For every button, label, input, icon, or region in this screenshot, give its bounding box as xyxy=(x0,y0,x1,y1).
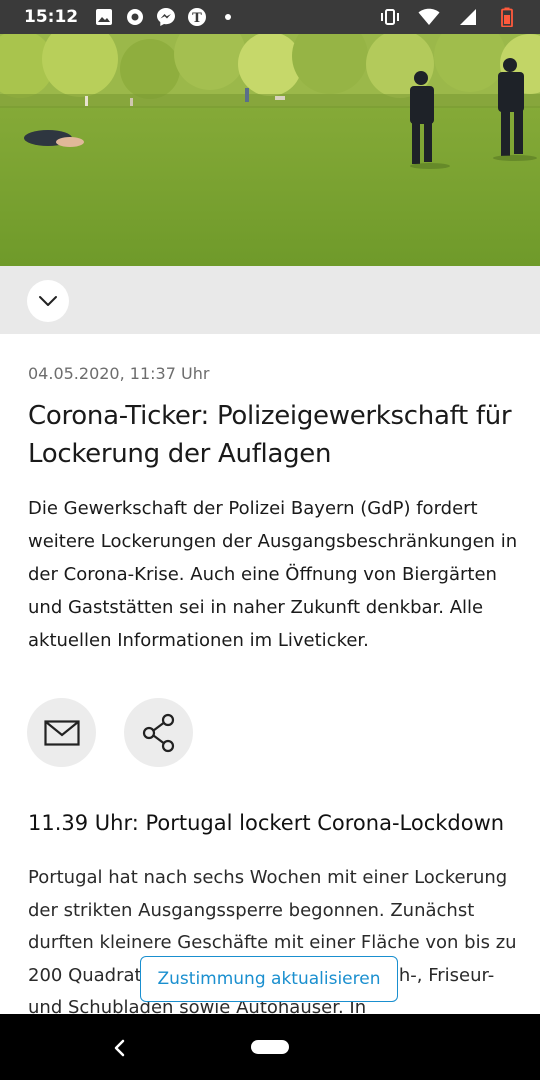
signal-icon xyxy=(456,5,480,29)
chevron-down-icon xyxy=(39,296,57,306)
article-headline: Corona-Ticker: Polizeigewerkschaft für L… xyxy=(28,401,512,469)
ticker-entry-heading: 11.39 Uhr: Portugal lockert Corona-Lockd… xyxy=(28,811,505,835)
collapse-button[interactable] xyxy=(27,280,69,322)
envelope-icon xyxy=(43,719,80,746)
nyt-icon: T xyxy=(185,5,209,29)
status-time: 15:12 xyxy=(24,7,79,27)
vibrate-icon xyxy=(378,5,402,29)
navigation-bar xyxy=(0,1014,540,1080)
share-button[interactable] xyxy=(124,698,193,767)
email-share-button[interactable] xyxy=(27,698,96,767)
share-icon xyxy=(142,713,174,752)
wifi-icon xyxy=(417,5,441,29)
back-chevron-icon xyxy=(114,1039,125,1057)
battery-icon xyxy=(495,5,519,29)
status-bar: 15:12 T xyxy=(0,0,540,34)
home-pill-button[interactable] xyxy=(251,1040,289,1054)
svg-text:T: T xyxy=(192,11,202,26)
article: 04.05.2020, 11:37 Uhr Corona-Ticker: Pol… xyxy=(28,334,518,657)
article-date: 04.05.2020, 11:37 Uhr xyxy=(28,364,210,383)
image-icon xyxy=(92,5,116,29)
share-actions xyxy=(27,698,193,767)
article-lead: Die Gewerkschaft der Polizei Bayern (GdP… xyxy=(28,498,518,651)
collapse-strip xyxy=(0,266,540,334)
messenger-icon xyxy=(154,5,178,29)
hero-image xyxy=(0,34,540,266)
consent-update-button[interactable]: Zustimmung aktualisieren xyxy=(140,956,398,1002)
back-button[interactable] xyxy=(104,1033,134,1063)
record-icon xyxy=(123,5,147,29)
dot-icon xyxy=(216,5,240,29)
